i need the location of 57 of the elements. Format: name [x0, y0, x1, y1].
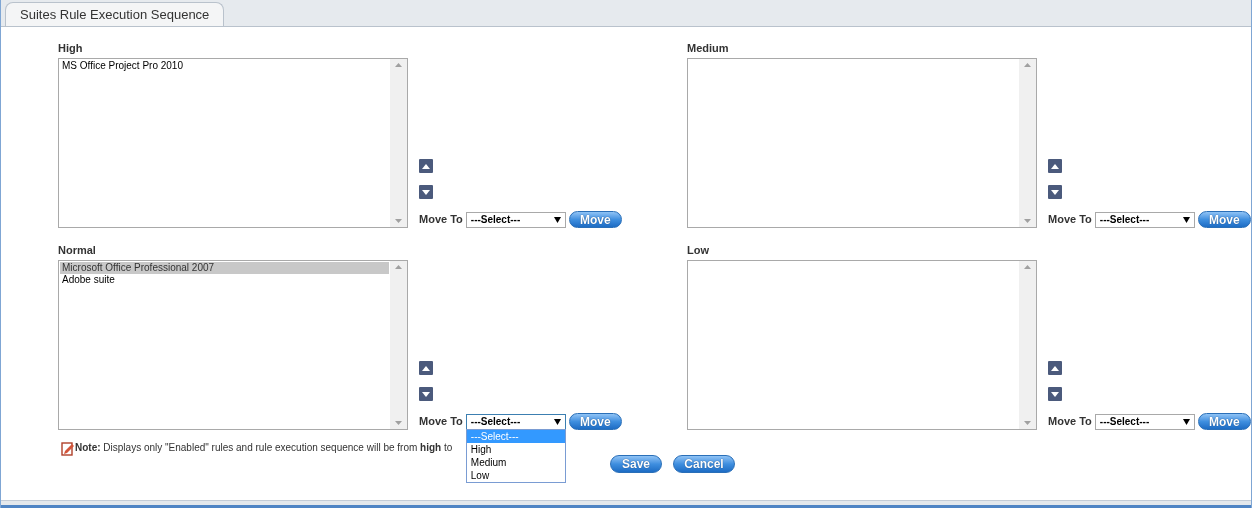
- caret-icon: [553, 418, 561, 425]
- down-triangle-icon: [422, 189, 430, 195]
- priority-label: High: [58, 43, 84, 56]
- list-box[interactable]: Microsoft Office Professional 2007 Adobe suite: [58, 260, 408, 430]
- up-triangle-icon: [422, 163, 430, 169]
- scrollbar[interactable]: [390, 59, 407, 227]
- list-box[interactable]: MS Office Project Pro 2010: [58, 58, 408, 228]
- down-triangle-icon: [1051, 189, 1059, 195]
- down-triangle-icon: [422, 391, 430, 397]
- scroll-up-icon[interactable]: [395, 265, 402, 269]
- scroll-down-icon[interactable]: [1024, 421, 1031, 425]
- move-down-button[interactable]: [1048, 387, 1062, 401]
- move-up-button[interactable]: [419, 361, 433, 375]
- list-item[interactable]: MS Office Project Pro 2010: [60, 60, 389, 72]
- select-dropdown[interactable]: ---Select---: [1094, 211, 1195, 228]
- caret-icon: [553, 216, 561, 223]
- scroll-down-icon[interactable]: [395, 219, 402, 223]
- priority-label: Medium: [687, 43, 730, 56]
- section-tab[interactable]: Suites Rule Execution Sequence: [5, 2, 225, 26]
- list-box[interactable]: [687, 58, 1037, 228]
- caret-icon: [1182, 216, 1190, 223]
- scroll-down-icon[interactable]: [395, 421, 402, 425]
- down-triangle-icon: [1051, 391, 1059, 397]
- caret-icon: [1182, 418, 1190, 425]
- move-up-button[interactable]: [1048, 361, 1062, 375]
- list-item[interactable]: Microsoft Office Professional 2007: [60, 262, 389, 274]
- list-box[interactable]: [687, 260, 1037, 430]
- list-item[interactable]: Adobe suite: [60, 274, 389, 286]
- scroll-down-icon[interactable]: [1024, 219, 1031, 223]
- up-triangle-icon: [1051, 163, 1059, 169]
- select-dropdown[interactable]: ---Select---: [465, 413, 566, 430]
- move-up-button[interactable]: [1048, 159, 1062, 173]
- move-down-button[interactable]: [419, 185, 433, 199]
- scroll-up-icon[interactable]: [395, 63, 402, 67]
- move-to-label: Move To: [419, 414, 463, 430]
- scrollbar[interactable]: [390, 261, 407, 429]
- dropdown-option[interactable]: Low: [466, 468, 565, 482]
- move-down-button[interactable]: [1048, 185, 1062, 199]
- dropdown-option[interactable]: Medium: [466, 455, 565, 469]
- scroll-up-icon[interactable]: [1024, 265, 1031, 269]
- priority-label: Normal: [58, 245, 97, 258]
- move-down-button[interactable]: [419, 387, 433, 401]
- up-triangle-icon: [422, 365, 430, 371]
- note-icon: [61, 442, 75, 456]
- move-to-label: Move To: [1048, 212, 1092, 228]
- scrollbar[interactable]: [1019, 261, 1036, 429]
- up-triangle-icon: [1051, 365, 1059, 371]
- scrollbar[interactable]: [1019, 59, 1036, 227]
- move-to-label: Move To: [1048, 414, 1092, 430]
- select-dropdown[interactable]: ---Select---: [465, 211, 566, 228]
- move-up-button[interactable]: [419, 159, 433, 173]
- move-to-label: Move To: [419, 212, 463, 228]
- scroll-up-icon[interactable]: [1024, 63, 1031, 67]
- dropdown-option[interactable]: High: [466, 442, 565, 456]
- priority-label: Low: [687, 245, 710, 258]
- select-dropdown[interactable]: ---Select---: [1094, 413, 1195, 430]
- note-text: Note: Displays only "Enabled" rules and rule execution sequence will be from high to: [75, 441, 453, 455]
